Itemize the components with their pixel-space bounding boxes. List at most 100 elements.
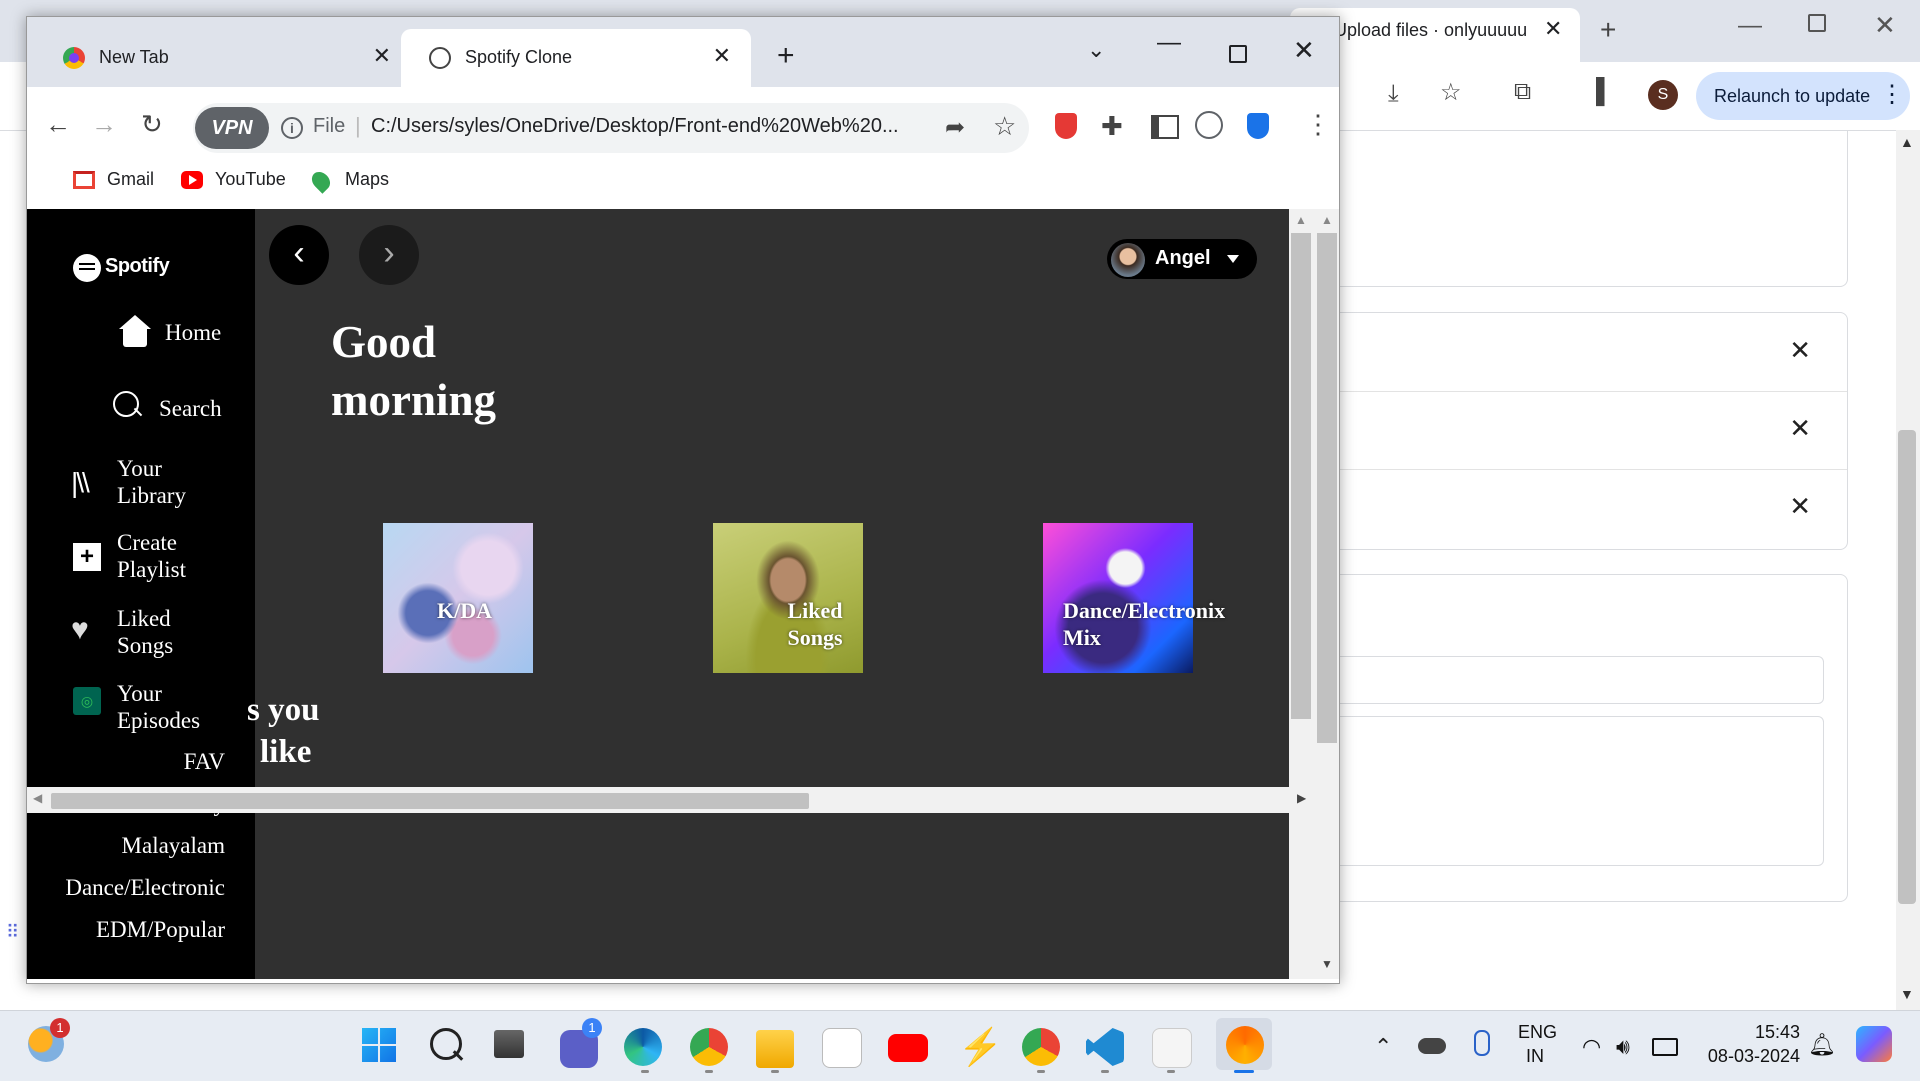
background-scroll-thumb[interactable] bbox=[1898, 430, 1916, 904]
background-new-tab-button[interactable]: + bbox=[1600, 14, 1616, 46]
background-tab-close-icon[interactable]: ✕ bbox=[1544, 16, 1562, 42]
bookmark-star-icon[interactable]: ☆ bbox=[993, 111, 1016, 142]
scroll-right-icon[interactable]: ▶ bbox=[1297, 791, 1306, 805]
language-indicator[interactable]: ENG bbox=[1518, 1022, 1557, 1043]
minimize-icon[interactable]: — bbox=[1157, 29, 1181, 57]
share-icon[interactable]: ➦ bbox=[945, 113, 965, 142]
library-icon[interactable]: |\\ bbox=[71, 467, 101, 499]
task-view-icon[interactable] bbox=[494, 1030, 524, 1058]
playlist-item-dance-electronic[interactable]: Dance/Electronic bbox=[65, 875, 225, 901]
tab-close-icon[interactable]: ✕ bbox=[713, 43, 731, 69]
history-forward-button[interactable]: › bbox=[359, 225, 419, 285]
scroll-up-icon[interactable]: ▲ bbox=[1321, 213, 1333, 227]
copilot-icon[interactable] bbox=[1856, 1026, 1892, 1062]
user-avatar[interactable] bbox=[1111, 243, 1145, 277]
playlist-item-fav[interactable]: FAV bbox=[184, 749, 225, 775]
caret-down-icon[interactable] bbox=[1227, 255, 1239, 263]
horizontal-scroll-thumb[interactable] bbox=[51, 793, 809, 809]
clock-time[interactable]: 15:43 bbox=[1700, 1022, 1800, 1043]
vpn-badge[interactable]: VPN bbox=[195, 107, 269, 149]
edge-browser-icon[interactable] bbox=[624, 1028, 662, 1066]
page-scroll-thumb[interactable] bbox=[1317, 233, 1337, 743]
side-panel-icon[interactable] bbox=[1151, 115, 1179, 139]
microsoft-store-icon[interactable] bbox=[822, 1028, 862, 1068]
volume-icon[interactable]: 🔊︎ bbox=[1616, 1034, 1630, 1060]
new-tab-button[interactable]: + bbox=[777, 41, 795, 71]
playlist-card-kda[interactable]: K/DA bbox=[383, 523, 533, 673]
background-text-input[interactable] bbox=[1320, 656, 1824, 704]
chrome-menu-icon[interactable]: ⋮ bbox=[1880, 80, 1904, 109]
clock-date[interactable]: 08-03-2024 bbox=[1700, 1046, 1800, 1067]
bookmark-maps[interactable]: Maps bbox=[345, 169, 389, 190]
reload-icon[interactable]: ↻ bbox=[141, 109, 163, 140]
onedrive-cloud-icon[interactable] bbox=[1418, 1038, 1446, 1054]
extensions-puzzle-icon[interactable]: ✚ bbox=[1101, 111, 1123, 142]
nav-create-playlist[interactable]: Create Playlist bbox=[117, 529, 186, 583]
forward-arrow-icon[interactable]: → bbox=[91, 109, 117, 140]
browser-app-icon[interactable] bbox=[1226, 1026, 1264, 1064]
url-text[interactable]: C:/Users/syles/OneDrive/Desktop/Front-en… bbox=[371, 115, 951, 138]
maximize-icon[interactable] bbox=[1229, 45, 1247, 63]
scroll-down-icon[interactable]: ▼ bbox=[1321, 957, 1333, 971]
profile-avatar[interactable]: S bbox=[1648, 80, 1678, 110]
bookmark-youtube[interactable]: YouTube bbox=[215, 169, 286, 190]
back-arrow-icon[interactable]: ← bbox=[45, 109, 71, 140]
password-manager-extension-icon[interactable] bbox=[1247, 113, 1269, 139]
relaunch-to-update-button[interactable]: Relaunch to update bbox=[1696, 72, 1910, 120]
heart-icon[interactable]: ♥ bbox=[71, 613, 89, 647]
background-close-window-icon[interactable]: ✕ bbox=[1874, 10, 1896, 41]
playlist-card-dance-electronix-mix[interactable]: Dance/Electronix Mix bbox=[1043, 523, 1225, 673]
tab-spotify-clone[interactable]: Spotify Clone ✕ bbox=[401, 29, 751, 87]
bookmark-gmail[interactable]: Gmail bbox=[107, 169, 154, 190]
plus-icon[interactable]: + bbox=[73, 543, 101, 571]
wifi-icon[interactable]: ◠ bbox=[1582, 1034, 1601, 1060]
region-indicator[interactable]: IN bbox=[1526, 1046, 1544, 1067]
nav-your-episodes[interactable]: Your Episodes bbox=[117, 680, 200, 734]
nav-liked-songs[interactable]: Liked Songs bbox=[117, 605, 173, 659]
background-restore-icon[interactable] bbox=[1808, 14, 1826, 32]
background-textarea[interactable] bbox=[1320, 716, 1824, 866]
chrome-profile-icon[interactable] bbox=[1022, 1028, 1060, 1066]
site-info-icon[interactable]: i bbox=[281, 117, 303, 139]
remove-file-icon[interactable]: ✕ bbox=[1789, 413, 1811, 444]
chrome-icon[interactable] bbox=[690, 1028, 728, 1066]
background-minimize-icon[interactable]: — bbox=[1738, 12, 1762, 40]
battery-icon[interactable] bbox=[1652, 1038, 1678, 1056]
install-app-icon[interactable]: ⤓ bbox=[1388, 80, 1399, 108]
microphone-icon[interactable] bbox=[1474, 1030, 1490, 1056]
remove-file-icon[interactable]: ✕ bbox=[1789, 335, 1811, 366]
bookmark-star-icon[interactable]: ☆ bbox=[1440, 78, 1462, 107]
scroll-up-icon[interactable]: ▲ bbox=[1900, 134, 1914, 150]
history-back-button[interactable]: ‹ bbox=[269, 225, 329, 285]
extensions-icon[interactable]: ⧉ bbox=[1514, 78, 1531, 106]
tab-new-tab[interactable]: New Tab ✕ bbox=[35, 29, 411, 87]
close-window-icon[interactable]: ✕ bbox=[1293, 35, 1315, 66]
playlist-card-liked-songs[interactable]: Liked Songs bbox=[713, 523, 863, 673]
nav-home[interactable]: Home bbox=[165, 319, 221, 346]
chevron-up-icon[interactable]: ⌃ bbox=[1374, 1034, 1392, 1060]
podcast-icon[interactable]: ◎ bbox=[73, 687, 101, 715]
scroll-down-icon[interactable]: ▼ bbox=[1900, 986, 1914, 1002]
scroll-up-icon[interactable]: ▲ bbox=[1295, 213, 1307, 227]
inner-scroll-thumb[interactable] bbox=[1291, 233, 1311, 719]
tab-search-chevron-icon[interactable]: ⌄ bbox=[1087, 37, 1105, 63]
java-app-icon[interactable] bbox=[1152, 1028, 1192, 1068]
scroll-left-icon[interactable]: ◀ bbox=[33, 791, 42, 805]
search-icon[interactable] bbox=[113, 391, 139, 417]
arrow-app-icon[interactable]: ⚡ bbox=[958, 1026, 1003, 1068]
home-icon[interactable] bbox=[119, 315, 151, 329]
youtube-app-icon[interactable] bbox=[888, 1034, 928, 1062]
tab-close-icon[interactable]: ✕ bbox=[373, 43, 391, 69]
chrome-menu-icon[interactable]: ⋮ bbox=[1305, 109, 1331, 140]
remove-file-icon[interactable]: ✕ bbox=[1789, 491, 1811, 522]
home-icon-body[interactable] bbox=[123, 329, 147, 347]
nav-search[interactable]: Search bbox=[159, 395, 222, 422]
nav-your-library[interactable]: Your Library bbox=[117, 455, 186, 509]
playlist-item-malayalam[interactable]: Malayalam bbox=[122, 833, 225, 859]
playlist-item-edm-popular[interactable]: EDM/Popular bbox=[96, 917, 225, 943]
file-explorer-icon[interactable] bbox=[756, 1030, 794, 1068]
adblock-extension-icon[interactable] bbox=[1055, 113, 1077, 139]
side-panel-icon[interactable]: ▌ bbox=[1596, 78, 1613, 106]
profile-icon[interactable] bbox=[1195, 111, 1223, 139]
notification-bell-icon[interactable]: 🔔︎ bbox=[1808, 1032, 1836, 1058]
